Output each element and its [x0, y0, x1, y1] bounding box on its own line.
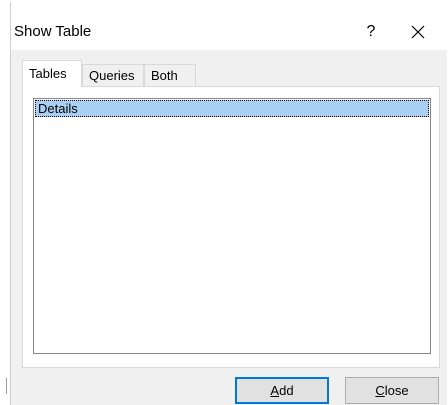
- tab-queries[interactable]: Queries: [82, 64, 144, 86]
- close-button-mnemonic: C: [375, 383, 385, 398]
- show-table-dialog: Show Table ? Tables Queries Both Details…: [10, 2, 447, 405]
- close-icon: [411, 25, 425, 39]
- help-button[interactable]: ?: [351, 16, 391, 48]
- list-item-details[interactable]: Details: [35, 100, 429, 117]
- background-window-mark: [6, 378, 7, 394]
- window-title: Show Table: [14, 23, 92, 40]
- close-button[interactable]: Close: [345, 377, 439, 404]
- add-button-label: dd: [279, 383, 294, 398]
- close-button-label: lose: [384, 383, 409, 398]
- background-window-edge: [0, 0, 6, 405]
- tab-both[interactable]: Both: [144, 64, 196, 86]
- title-bar[interactable]: Show Table ?: [11, 2, 447, 50]
- tab-tables[interactable]: Tables: [22, 60, 82, 87]
- add-button[interactable]: Add: [235, 377, 329, 404]
- table-list[interactable]: Details: [33, 98, 431, 354]
- add-button-mnemonic: A: [270, 383, 280, 398]
- close-window-button[interactable]: [396, 16, 440, 48]
- screen: Show Table ? Tables Queries Both Details…: [0, 0, 448, 405]
